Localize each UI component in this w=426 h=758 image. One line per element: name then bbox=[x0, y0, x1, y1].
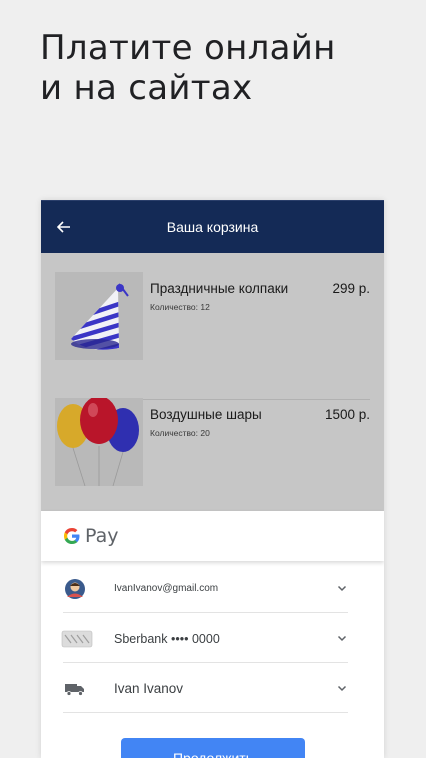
continue-button[interactable]: Продолжить bbox=[121, 738, 305, 758]
google-pay-word: Pay bbox=[85, 525, 119, 547]
shipping-name: Ivan Ivanov bbox=[114, 681, 184, 696]
balloons-image bbox=[55, 398, 143, 486]
chevron-down-icon bbox=[337, 585, 347, 592]
app-bar-title: Ваша корзина bbox=[166, 219, 259, 235]
google-pay-header: Pay bbox=[41, 511, 384, 561]
card-label: Sberbank •••• 0000 bbox=[114, 632, 220, 646]
chevron-down-icon bbox=[337, 685, 347, 692]
shipping-row[interactable]: Ivan Ivanov bbox=[63, 663, 348, 713]
party-hat-image bbox=[55, 272, 143, 360]
app-bar: Ваша корзина bbox=[41, 200, 384, 253]
google-g-icon bbox=[64, 528, 80, 544]
payment-sheet: IvanIvanov@gmail.com Sberbank •••• 0000 bbox=[41, 561, 384, 758]
account-row[interactable]: IvanIvanov@gmail.com bbox=[63, 563, 348, 613]
phone-screen: Ваша корзина Праздничные колпаки 299 р. … bbox=[41, 200, 384, 758]
cart-item: Воздушные шары 1500 р. Количество: 20 bbox=[41, 398, 384, 498]
headline-line-2: и на сайтах bbox=[40, 68, 253, 108]
card-icon bbox=[61, 627, 93, 651]
avatar-icon bbox=[63, 577, 87, 601]
item-price: 1500 р. bbox=[324, 407, 370, 422]
item-quantity: Количество: 12 bbox=[150, 302, 210, 312]
item-price: 299 р. bbox=[332, 281, 370, 296]
headline: Платите онлайн и на сайтах bbox=[40, 28, 400, 108]
truck-icon bbox=[63, 677, 87, 701]
cart-item: Праздничные колпаки 299 р. Количество: 1… bbox=[41, 272, 384, 400]
card-row[interactable]: Sberbank •••• 0000 bbox=[61, 613, 348, 663]
headline-line-1: Платите онлайн bbox=[40, 28, 336, 68]
account-email: IvanIvanov@gmail.com bbox=[114, 583, 219, 594]
cart-list: Праздничные колпаки 299 р. Количество: 1… bbox=[41, 253, 384, 511]
google-pay-logo: Pay bbox=[63, 525, 119, 547]
item-name: Воздушные шары bbox=[150, 407, 262, 422]
chevron-down-icon bbox=[337, 635, 347, 642]
item-name: Праздничные колпаки bbox=[150, 281, 289, 296]
item-quantity: Количество: 20 bbox=[150, 428, 210, 438]
